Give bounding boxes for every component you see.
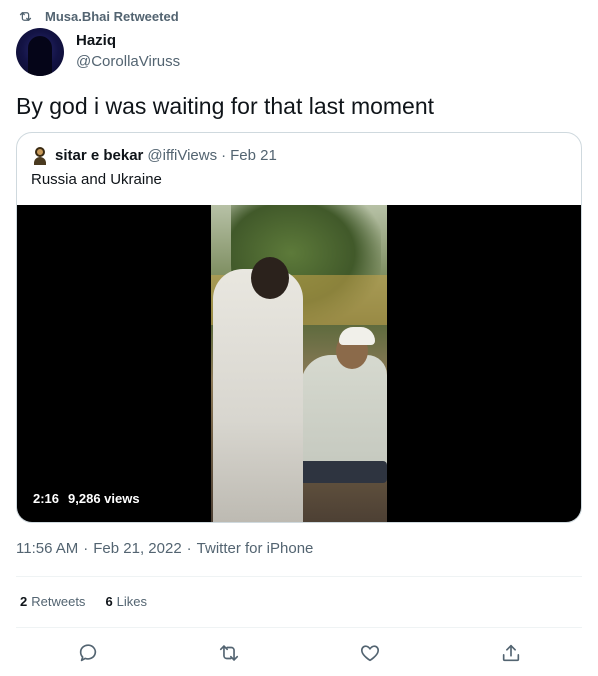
avatar-figure: [28, 36, 52, 76]
quoted-tweet-header: sitar e bekar @iffiViews · Feb 21: [31, 146, 277, 166]
retweet-context-label: Musa.Bhai Retweeted: [45, 8, 179, 24]
video-frame: [211, 205, 387, 522]
tweet-meta: 11:56 AM · Feb 21, 2022 · Twitter for iPhone: [16, 539, 313, 559]
retweets-count: 2: [20, 594, 28, 609]
tweet-text: By god i was waiting for that last momen…: [16, 93, 435, 119]
share-button[interactable]: [498, 640, 524, 666]
reply-icon: [79, 644, 97, 662]
reply-button[interactable]: [75, 640, 101, 666]
like-button[interactable]: [357, 640, 383, 666]
tweet-time[interactable]: 11:56 AM: [16, 540, 78, 557]
retweets-label: Retweets: [31, 594, 86, 609]
quoted-tweet[interactable]: sitar e bekar @iffiViews · Feb 21 Russia…: [16, 132, 582, 523]
retweet-button[interactable]: [216, 640, 242, 666]
author-block: Haziq @CorollaViruss: [76, 32, 180, 72]
video-views: 9,286 views: [68, 491, 140, 506]
video-stats: 2:16 9,286 views: [33, 491, 140, 506]
author-name[interactable]: Haziq: [76, 32, 180, 50]
retweet-icon: [219, 645, 239, 661]
like-icon: [361, 645, 379, 662]
quoted-tweet-text: Russia and Ukraine: [31, 171, 162, 188]
divider: [16, 576, 582, 577]
meta-separator-1: ·: [83, 540, 89, 557]
video-player[interactable]: 2:16 9,286 views: [17, 205, 581, 522]
share-icon: [502, 644, 520, 662]
tweet-source[interactable]: Twitter for iPhone: [197, 540, 314, 557]
retweet-context[interactable]: Musa.Bhai Retweeted: [18, 7, 179, 25]
engagement-stats: 2 Retweets 6 Likes: [20, 593, 147, 611]
retweet-icon: [19, 11, 32, 21]
author-handle[interactable]: @CorollaViruss: [76, 52, 180, 72]
likes-count: 6: [105, 594, 113, 609]
author-avatar[interactable]: [16, 28, 64, 76]
retweets-stat[interactable]: 2 Retweets: [20, 593, 85, 611]
quoted-author-name: sitar e bekar: [55, 147, 144, 164]
quoted-separator: ·: [221, 147, 227, 164]
likes-stat[interactable]: 6 Likes: [105, 593, 147, 611]
tweet-date[interactable]: Feb 21, 2022: [93, 540, 181, 557]
divider: [16, 627, 582, 628]
action-bar: [0, 640, 598, 666]
quoted-author-handle: @iffiViews: [147, 147, 218, 164]
likes-label: Likes: [116, 594, 148, 609]
quoted-author-avatar: [31, 147, 49, 165]
quoted-date: Feb 21: [230, 147, 277, 164]
video-duration: 2:16: [33, 491, 60, 506]
meta-separator-2: ·: [186, 540, 192, 557]
